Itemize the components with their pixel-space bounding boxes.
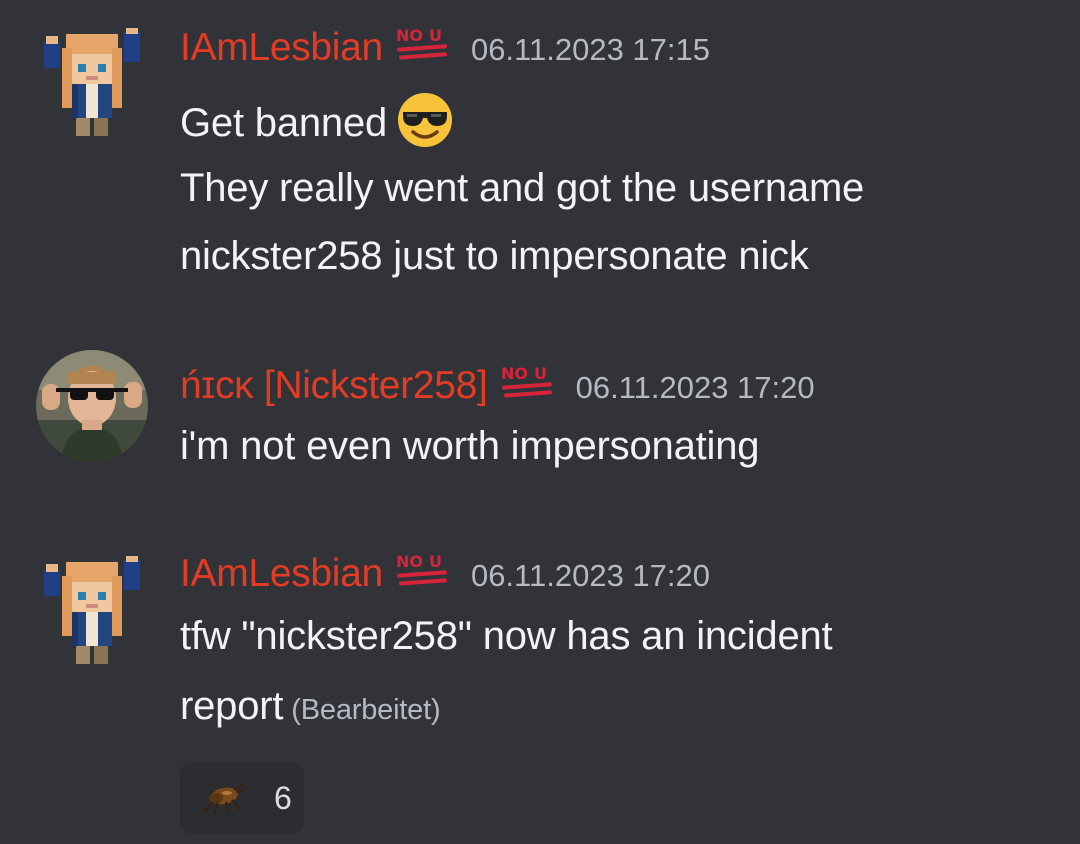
message-line: report (Bearbeitet) — [180, 684, 441, 729]
svg-text:U: U — [534, 364, 547, 383]
timestamp: 06.11.2023 17:20 — [470, 558, 710, 593]
flea-emoji-icon — [203, 783, 247, 815]
message-line: nickster258 just to impersonate nick — [180, 234, 809, 279]
message-header: ńɪᴄᴋ [Nickster258] NO U 06.11.2023 17:20 — [180, 364, 815, 408]
reaction-button[interactable]: 6 — [180, 762, 304, 834]
username[interactable]: IAmLesbian — [180, 552, 383, 596]
pixel-character-avatar-icon — [36, 28, 148, 140]
hundred-no-u-icon[interactable]: NO U — [393, 24, 451, 64]
message-line: Get banned — [180, 90, 455, 150]
message-text: Get banned — [180, 101, 388, 145]
svg-text:U: U — [429, 26, 442, 45]
avatar[interactable] — [36, 28, 148, 140]
edited-label: (Bearbeitet) — [291, 694, 441, 726]
timestamp: 06.11.2023 17:20 — [575, 370, 815, 405]
message-header: IAmLesbian NO U 06.11.2023 17:15 — [180, 26, 710, 70]
hundred-no-u-icon[interactable]: NO U — [498, 362, 556, 402]
reaction-count: 6 — [274, 779, 292, 816]
svg-text:NO: NO — [501, 364, 528, 383]
username[interactable]: IAmLesbian — [180, 26, 383, 70]
message-line: i'm not even worth impersonating — [180, 424, 760, 469]
svg-text:NO: NO — [396, 552, 423, 571]
message-text: tfw "nickster258" now has an incident — [180, 614, 833, 658]
pixel-character-avatar-icon — [36, 556, 148, 668]
avatar[interactable] — [36, 350, 148, 462]
message-text: nickster258 just to impersonate nick — [180, 234, 809, 278]
sunglasses-emoji-icon — [395, 90, 455, 150]
message-text: report — [180, 684, 284, 728]
timestamp: 06.11.2023 17:15 — [470, 32, 710, 67]
hundred-no-u-icon[interactable]: NO U — [393, 550, 451, 590]
message-text: i'm not even worth impersonating — [180, 424, 760, 468]
username[interactable]: ńɪᴄᴋ [Nickster258] — [180, 364, 488, 408]
photo-avatar-sunglasses-icon — [36, 350, 148, 462]
svg-text:U: U — [429, 552, 442, 571]
message-line: They really went and got the username — [180, 166, 864, 211]
message-text: They really went and got the username — [180, 166, 865, 210]
svg-text:NO: NO — [396, 26, 423, 45]
avatar[interactable] — [36, 556, 148, 668]
message-header: IAmLesbian NO U 06.11.2023 17:20 — [180, 552, 710, 596]
message-line: tfw "nickster258" now has an incident — [180, 614, 833, 659]
